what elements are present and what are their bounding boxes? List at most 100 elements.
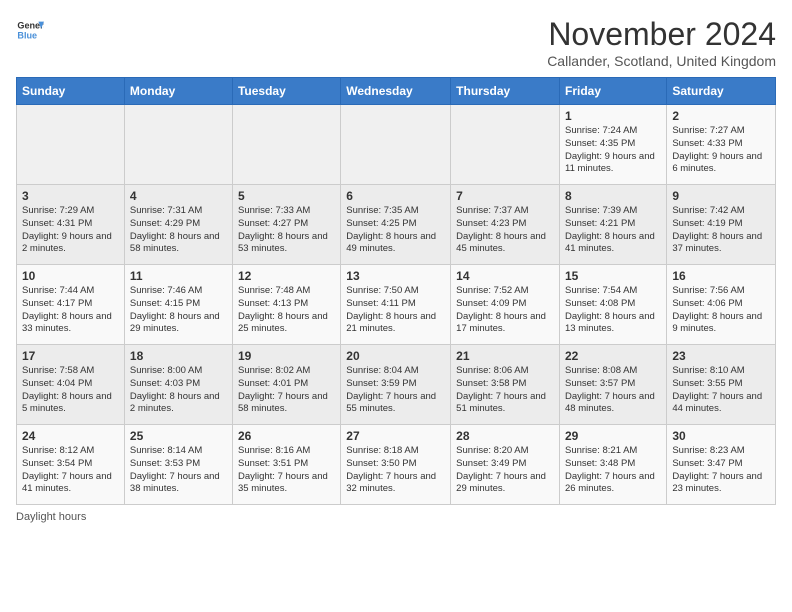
table-row: 14Sunrise: 7:52 AM Sunset: 4:09 PM Dayli… [451,265,560,345]
table-row: 21Sunrise: 8:06 AM Sunset: 3:58 PM Dayli… [451,345,560,425]
day-info: Sunrise: 7:58 AM Sunset: 4:04 PM Dayligh… [22,365,119,416]
day-info: Sunrise: 7:56 AM Sunset: 4:06 PM Dayligh… [672,285,770,336]
day-info: Sunrise: 8:00 AM Sunset: 4:03 PM Dayligh… [130,365,227,416]
day-info: Sunrise: 8:14 AM Sunset: 3:53 PM Dayligh… [130,445,227,496]
day-number: 9 [672,189,770,203]
day-number: 20 [346,349,445,363]
logo: General Blue [16,16,44,44]
day-info: Sunrise: 7:54 AM Sunset: 4:08 PM Dayligh… [565,285,661,336]
day-info: Sunrise: 7:27 AM Sunset: 4:33 PM Dayligh… [672,125,770,176]
day-number: 27 [346,429,445,443]
table-row: 28Sunrise: 8:20 AM Sunset: 3:49 PM Dayli… [451,425,560,505]
day-number: 15 [565,269,661,283]
day-number: 18 [130,349,227,363]
day-info: Sunrise: 8:12 AM Sunset: 3:54 PM Dayligh… [22,445,119,496]
calendar-week-row: 10 Sunrise: 7:44 AM Sunset: 4:17 PM Dayli… [17,265,776,345]
day-info: Sunrise: 7:24 AM Sunset: 4:35 PM Dayligh… [565,125,661,176]
day-info: Sunrise: 7:44 AM Sunset: 4:17 PM Dayligh… [22,285,119,336]
calendar-table: Sunday Monday Tuesday Wednesday Thursday… [16,77,776,505]
table-row: 19 Sunrise: 8:02 AM Sunset: 4:01 PM Dayli… [232,345,340,425]
day-number: 14 [456,269,554,283]
col-saturday: Saturday [667,78,776,105]
day-info: Sunrise: 7:46 AM Sunset: 4:15 PM Dayligh… [130,285,227,336]
table-row: 6 Sunrise: 7:35 AM Sunset: 4:25 PM Daylig… [341,185,451,265]
table-row [124,105,232,185]
day-number: 11 [130,269,227,283]
day-number: 22 [565,349,661,363]
table-row: 15 Sunrise: 7:54 AM Sunset: 4:08 PM Dayli… [560,265,667,345]
day-info: Sunrise: 7:37 AM Sunset: 4:23 PM Dayligh… [456,205,554,256]
day-info: Sunrise: 8:18 AM Sunset: 3:50 PM Dayligh… [346,445,445,496]
table-row [232,105,340,185]
month-title: November 2024 [547,16,776,53]
col-wednesday: Wednesday [341,78,451,105]
day-number: 17 [22,349,119,363]
day-number: 7 [456,189,554,203]
footer-note: Daylight hours [16,511,776,523]
col-thursday: Thursday [451,78,560,105]
logo-icon: General Blue [16,16,44,44]
table-row: 24 Sunrise: 8:12 AM Sunset: 3:54 PM Dayli… [17,425,125,505]
table-row: 22 Sunrise: 8:08 AM Sunset: 3:57 PM Dayli… [560,345,667,425]
day-info: Sunrise: 8:10 AM Sunset: 3:55 PM Dayligh… [672,365,770,416]
day-number: 24 [22,429,119,443]
table-row: 20 Sunrise: 8:04 AM Sunset: 3:59 PM Dayli… [341,345,451,425]
col-monday: Monday [124,78,232,105]
col-tuesday: Tuesday [232,78,340,105]
day-number: 5 [238,189,335,203]
day-number: 6 [346,189,445,203]
day-number: 3 [22,189,119,203]
table-row: 11 Sunrise: 7:46 AM Sunset: 4:15 PM Dayli… [124,265,232,345]
table-row: 10 Sunrise: 7:44 AM Sunset: 4:17 PM Dayli… [17,265,125,345]
table-row: 29 Sunrise: 8:21 AM Sunset: 3:48 PM Dayli… [560,425,667,505]
day-number: 16 [672,269,770,283]
calendar-week-row: 24 Sunrise: 8:12 AM Sunset: 3:54 PM Dayli… [17,425,776,505]
table-row: 7 Sunrise: 7:37 AM Sunset: 4:23 PM Daylig… [451,185,560,265]
calendar-week-row: 3Sunrise: 7:29 AM Sunset: 4:31 PM Daylig… [17,185,776,265]
location: Callander, Scotland, United Kingdom [547,53,776,69]
table-row: 30Sunrise: 8:23 AM Sunset: 3:47 PM Dayli… [667,425,776,505]
day-number: 2 [672,109,770,123]
day-number: 21 [456,349,554,363]
table-row: 3Sunrise: 7:29 AM Sunset: 4:31 PM Daylig… [17,185,125,265]
calendar-header-row: Sunday Monday Tuesday Wednesday Thursday… [17,78,776,105]
day-info: Sunrise: 7:33 AM Sunset: 4:27 PM Dayligh… [238,205,335,256]
day-info: Sunrise: 8:16 AM Sunset: 3:51 PM Dayligh… [238,445,335,496]
calendar-week-row: 17 Sunrise: 7:58 AM Sunset: 4:04 PM Dayli… [17,345,776,425]
day-info: Sunrise: 8:04 AM Sunset: 3:59 PM Dayligh… [346,365,445,416]
day-info: Sunrise: 7:42 AM Sunset: 4:19 PM Dayligh… [672,205,770,256]
page-header: General Blue November 2024 Callander, Sc… [16,16,776,69]
table-row [17,105,125,185]
table-row: 13Sunrise: 7:50 AM Sunset: 4:11 PM Dayli… [341,265,451,345]
day-info: Sunrise: 8:08 AM Sunset: 3:57 PM Dayligh… [565,365,661,416]
svg-text:Blue: Blue [17,30,37,40]
day-number: 13 [346,269,445,283]
day-number: 23 [672,349,770,363]
table-row: 2 Sunrise: 7:27 AM Sunset: 4:33 PM Daylig… [667,105,776,185]
day-info: Sunrise: 8:21 AM Sunset: 3:48 PM Dayligh… [565,445,661,496]
table-row: 17 Sunrise: 7:58 AM Sunset: 4:04 PM Dayli… [17,345,125,425]
table-row: 18 Sunrise: 8:00 AM Sunset: 4:03 PM Dayli… [124,345,232,425]
day-info: Sunrise: 7:31 AM Sunset: 4:29 PM Dayligh… [130,205,227,256]
table-row: 1Sunrise: 7:24 AM Sunset: 4:35 PM Daylig… [560,105,667,185]
day-number: 19 [238,349,335,363]
day-number: 4 [130,189,227,203]
day-info: Sunrise: 8:02 AM Sunset: 4:01 PM Dayligh… [238,365,335,416]
day-number: 28 [456,429,554,443]
col-sunday: Sunday [17,78,125,105]
col-friday: Friday [560,78,667,105]
table-row: 27 Sunrise: 8:18 AM Sunset: 3:50 PM Dayli… [341,425,451,505]
title-area: November 2024 Callander, Scotland, Unite… [547,16,776,69]
table-row [341,105,451,185]
table-row: 26 Sunrise: 8:16 AM Sunset: 3:51 PM Dayli… [232,425,340,505]
day-number: 29 [565,429,661,443]
day-info: Sunrise: 7:35 AM Sunset: 4:25 PM Dayligh… [346,205,445,256]
day-number: 30 [672,429,770,443]
day-number: 12 [238,269,335,283]
day-number: 10 [22,269,119,283]
table-row: 8Sunrise: 7:39 AM Sunset: 4:21 PM Daylig… [560,185,667,265]
table-row: 23 Sunrise: 8:10 AM Sunset: 3:55 PM Dayli… [667,345,776,425]
day-number: 26 [238,429,335,443]
day-info: Sunrise: 7:48 AM Sunset: 4:13 PM Dayligh… [238,285,335,336]
table-row: 12 Sunrise: 7:48 AM Sunset: 4:13 PM Dayli… [232,265,340,345]
